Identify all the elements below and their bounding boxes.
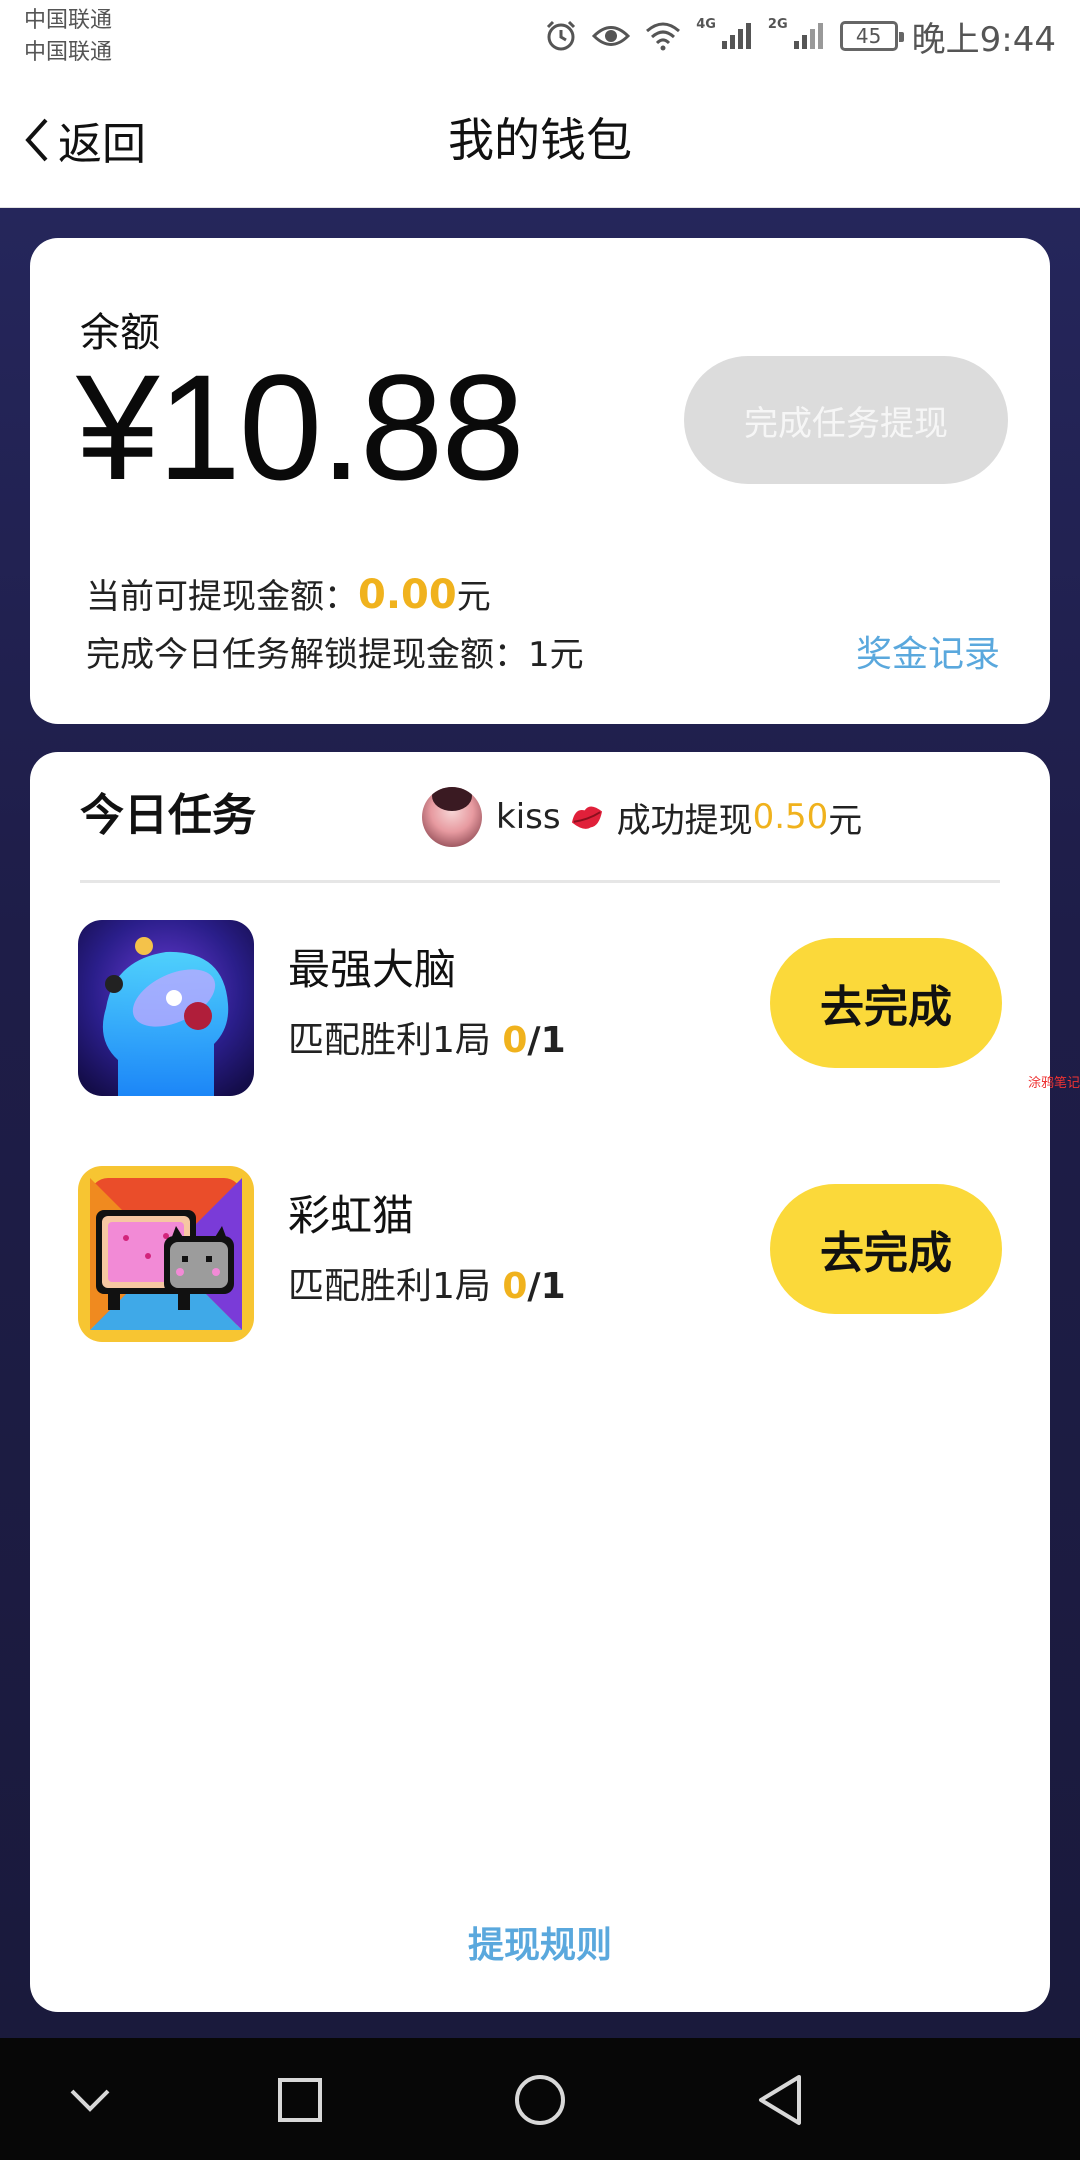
ticker-user: kiss [496, 797, 561, 837]
task-requirement: 匹配胜利1局 0/1 [288, 1016, 566, 1066]
available-amount: 0.00 [358, 572, 457, 618]
withdraw-rules-link[interactable]: 提现规则 [30, 1916, 1050, 1968]
avatar [422, 787, 482, 847]
ticker-text: 成功提现 [616, 800, 753, 841]
task-progress-done: 0 [502, 1020, 528, 1061]
nav-bar: 返回 我的钱包 [0, 72, 1080, 208]
ticker-amount: 0.50 [752, 797, 829, 837]
task-requirement-label: 匹配胜利1局 [288, 1020, 491, 1061]
nyan-cat-game-icon [78, 1166, 254, 1342]
back-triangle-icon[interactable] [748, 2068, 812, 2132]
available-suffix: 元 [456, 577, 491, 617]
lips-icon [571, 806, 602, 829]
floating-note-tag[interactable]: 涂鸦笔记 [1028, 1072, 1080, 1091]
battery-level: 45 [855, 24, 882, 48]
withdraw-button[interactable]: 完成任务提现 [684, 356, 1008, 484]
wifi-icon [646, 22, 681, 51]
alarm-icon [547, 20, 576, 51]
balance-value: ¥10.88 [76, 343, 525, 511]
home-icon[interactable] [508, 2068, 572, 2132]
system-navigation-bar [0, 2038, 1080, 2160]
divider [80, 880, 1000, 883]
battery-icon: 45 [839, 21, 904, 51]
page-title: 我的钱包 [448, 113, 632, 167]
carrier-label-1: 中国联通 [24, 8, 113, 33]
unlock-hint: 完成今日任务解锁提现金额：1元 [86, 635, 584, 675]
list-item: 最强大脑 匹配胜利1局 0/1 去完成 [78, 920, 1002, 1096]
withdraw-ticker: kiss 成功提现 0.50 元 [422, 786, 862, 848]
task-requirement-label: 匹配胜利1局 [288, 1266, 491, 1307]
wallet-card: 余额 ¥10.88 完成任务提现 当前可提现金额：0.00元 完成今日任务解锁提… [30, 238, 1050, 724]
task-progress: 0/1 [502, 1266, 565, 1307]
eye-comfort-icon [592, 26, 631, 46]
network-2g-label: 2G [767, 16, 788, 32]
status-icons: 4G 2G 45 晚上9:44 [544, 14, 1056, 60]
chevron-down-icon[interactable] [58, 2068, 122, 2132]
status-bar: 中国联通 中国联通 4G 2G 45 晚上9:44 [0, 0, 1080, 72]
list-item: 彩虹猫 匹配胜利1局 0/1 去完成 [78, 1166, 1002, 1342]
task-section-title: 今日任务 [80, 790, 256, 841]
task-progress-total: /1 [527, 1266, 566, 1307]
ticker-unit: 元 [828, 800, 863, 841]
task-progress: 0/1 [502, 1020, 565, 1061]
carrier-label-2: 中国联通 [24, 40, 113, 65]
signal-2g-icon [793, 23, 823, 49]
recent-apps-icon[interactable] [268, 2068, 332, 2132]
status-time: 晚上9:44 [911, 19, 1056, 60]
network-4g-label: 4G [696, 16, 716, 32]
signal-4g-icon [721, 23, 751, 49]
task-progress-total: /1 [527, 1020, 566, 1061]
go-complete-button[interactable]: 去完成 [770, 1184, 1002, 1314]
task-name: 最强大脑 [288, 945, 457, 994]
task-card: 今日任务 kiss 成功提现 0.50 元 最强大脑 匹配胜利1局 0/1 去完… [30, 752, 1050, 2012]
available-prefix: 当前可提现金额： [86, 577, 358, 617]
task-requirement: 匹配胜利1局 0/1 [288, 1262, 566, 1312]
task-progress-done: 0 [502, 1266, 528, 1307]
bonus-record-link[interactable]: 奖金记录 [856, 632, 1000, 678]
available-amount-line: 当前可提现金额：0.00元 [86, 572, 491, 620]
task-name: 彩虹猫 [288, 1191, 415, 1240]
go-complete-button[interactable]: 去完成 [770, 938, 1002, 1068]
brain-game-icon [78, 920, 254, 1096]
